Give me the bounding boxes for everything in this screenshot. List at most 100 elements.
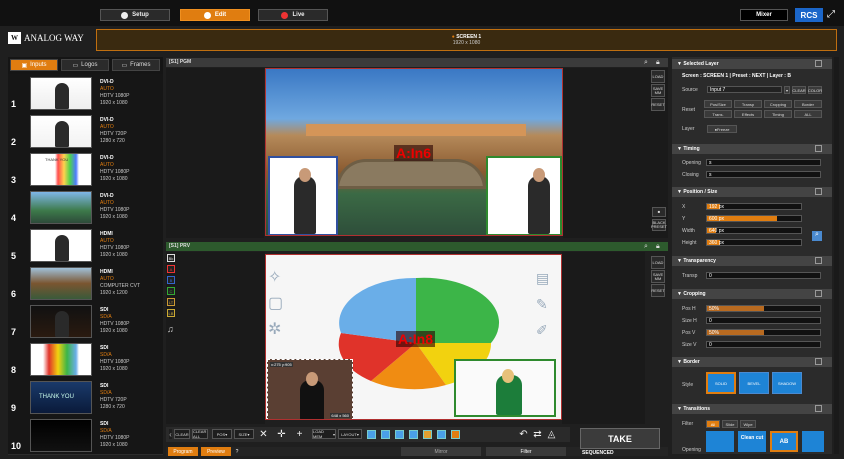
load-memory-dropdown[interactable]: LOAD MEM ▾ bbox=[312, 429, 336, 439]
possize-collapse-icon[interactable] bbox=[815, 188, 822, 195]
transition-filter-wipe[interactable]: Wipe bbox=[740, 420, 756, 428]
program-canvas[interactable]: A:In6 bbox=[265, 68, 563, 236]
transition-filter-slide[interactable]: Slide bbox=[722, 420, 738, 428]
timing-collapse-icon[interactable] bbox=[815, 145, 822, 152]
preview-save-mm-button[interactable]: SAVE MM bbox=[651, 270, 665, 283]
border-style-solid[interactable]: SOLID bbox=[706, 372, 736, 394]
reset-chip-transp[interactable]: Transp bbox=[734, 100, 762, 108]
fit-icon[interactable]: ✕ bbox=[258, 429, 269, 440]
layer-selected-presenter[interactable]: x:275 y:905 648 x 560 bbox=[267, 359, 353, 419]
height-field[interactable]: 360 px bbox=[706, 239, 802, 246]
center-icon[interactable]: ✛ bbox=[276, 429, 287, 440]
preview-canvas[interactable]: ✧ ▢ ✲ ▤ ✎ ✐ A:In8 x:275 y:905 648 x 560 bbox=[265, 254, 562, 420]
border-style-bevel[interactable]: BEVEL bbox=[739, 372, 769, 394]
distribute-icon[interactable] bbox=[408, 429, 419, 440]
grid-icon[interactable] bbox=[436, 429, 447, 440]
program-button[interactable]: Program bbox=[168, 447, 198, 456]
input-row-1[interactable]: 1 DVI-D AUTO HDTV 1080P 1920 x 1080 bbox=[8, 74, 163, 113]
input-row-4[interactable]: 4 DVI-D AUTO HDTV 1080P 1920 x 1080 bbox=[8, 188, 163, 227]
lock-icon[interactable]: 🔒︎ bbox=[656, 59, 660, 67]
black-preset-button[interactable]: BLACK PRESET bbox=[651, 219, 667, 231]
toolbar-left-arrow[interactable]: ‹ bbox=[169, 429, 172, 439]
preview-layer-button-a[interactable]: A bbox=[167, 265, 175, 273]
input-row-2[interactable]: 2 DVI-D AUTO HDTV 720P 1280 x 720 bbox=[8, 112, 163, 151]
closing-field[interactable]: s bbox=[706, 171, 821, 178]
source-color-button[interactable]: COLOR bbox=[808, 86, 822, 94]
preview-layer-button-b[interactable]: B bbox=[167, 276, 175, 284]
tab-edit[interactable]: Edit bbox=[180, 9, 250, 21]
snap-icon[interactable] bbox=[422, 429, 433, 440]
preview-load-button[interactable]: LOAD bbox=[651, 256, 665, 269]
transition-filter-all[interactable]: All bbox=[706, 420, 720, 428]
source-dropdown-icon[interactable]: ▾ bbox=[784, 86, 790, 94]
y-field[interactable]: 600 px bbox=[706, 215, 802, 222]
border-style-shadow[interactable]: SHADOW bbox=[772, 372, 802, 394]
section-position-size[interactable]: ▼ Position / Size bbox=[672, 187, 832, 197]
section-border[interactable]: ▼ Border bbox=[672, 357, 832, 367]
transition-thumb-1[interactable] bbox=[706, 431, 734, 452]
mirror-button[interactable]: Mirror bbox=[401, 447, 481, 456]
preview-layer-button-lb[interactable]: LB bbox=[167, 309, 175, 317]
align-top-icon[interactable] bbox=[380, 429, 391, 440]
layer-b-presenter[interactable] bbox=[486, 156, 562, 235]
preview-audio-icon[interactable]: ♫ bbox=[167, 324, 174, 334]
transition-ab[interactable]: AB bbox=[770, 431, 798, 452]
transition-clean-cut[interactable]: Clean cut bbox=[738, 431, 766, 452]
zoom-icon[interactable]: ⌕ bbox=[812, 231, 822, 241]
take-button[interactable]: TAKE bbox=[580, 428, 660, 449]
tab-frames[interactable]: ▭ Frames bbox=[112, 59, 160, 71]
input-row-8[interactable]: 8 SDI SD/A HDTV 1080P 1920 x 1080 bbox=[8, 340, 163, 379]
undo-icon[interactable]: ↶ bbox=[518, 429, 529, 440]
tab-inputs[interactable]: ▣ Inputs bbox=[10, 59, 58, 71]
preview-layer-button-lt[interactable]: LT bbox=[167, 298, 175, 306]
tab-setup[interactable]: Setup bbox=[100, 9, 170, 21]
source-select[interactable]: Input 7 bbox=[707, 86, 782, 93]
input-row-5[interactable]: 5 HDMI AUTO HDTV 1080P 1920 x 1080 bbox=[8, 226, 163, 265]
section-selected-layer[interactable]: ▼ Selected Layer bbox=[672, 59, 832, 69]
size-dropdown[interactable]: SIZE ▾ bbox=[234, 429, 254, 439]
section-timing[interactable]: ▼ Timing bbox=[672, 144, 832, 154]
layer-blonde-presenter[interactable] bbox=[454, 359, 556, 417]
border-collapse-icon[interactable] bbox=[815, 358, 822, 365]
input-row-7[interactable]: 7 SDI SD/A HDTV 1080P 1920 x 1080 bbox=[8, 302, 163, 341]
mixer-button[interactable]: Mixer bbox=[740, 9, 788, 21]
screen-selector[interactable]: ● SCREEN 1 1920 x 1080 bbox=[96, 29, 837, 51]
opening-field[interactable]: s bbox=[706, 159, 821, 166]
cropping-collapse-icon[interactable] bbox=[815, 290, 822, 297]
reset-chip-effects[interactable]: Effects bbox=[734, 110, 762, 118]
transition-thumb-4[interactable] bbox=[802, 431, 824, 452]
transitions-collapse-icon[interactable] bbox=[815, 405, 822, 412]
reset-chip-all[interactable]: ALL bbox=[794, 110, 822, 118]
preview-reset-button[interactable]: RESET bbox=[651, 284, 665, 297]
fullscreen-icon[interactable]: ⤢ bbox=[827, 9, 837, 21]
width-field[interactable]: 640 px bbox=[706, 227, 802, 234]
align-right-icon[interactable] bbox=[394, 429, 405, 440]
reset-chip-border[interactable]: Border bbox=[794, 100, 822, 108]
transp-field[interactable]: 0 bbox=[706, 272, 821, 279]
size-h-field[interactable]: 0 bbox=[706, 317, 821, 324]
preview-lock-icon[interactable]: 🔒︎ bbox=[656, 243, 660, 251]
redo-icon[interactable]: ⇄ bbox=[532, 429, 543, 440]
layout-dropdown[interactable]: LAYOUT ▾ bbox=[338, 429, 362, 439]
pos-h-field[interactable]: 50% bbox=[706, 305, 821, 312]
program-reset-button[interactable]: RESET bbox=[651, 98, 665, 111]
align-left-icon[interactable] bbox=[366, 429, 377, 440]
reset-chip-possize[interactable]: Pos/Size bbox=[704, 100, 732, 108]
size-v-field[interactable]: 0 bbox=[706, 341, 821, 348]
rotate-icon[interactable]: ◬ bbox=[546, 429, 557, 440]
section-transitions[interactable]: ▼ Transitions bbox=[672, 404, 832, 414]
add-icon[interactable]: + bbox=[294, 429, 305, 440]
pos-v-field[interactable]: 50% bbox=[706, 329, 821, 336]
program-save-mm-button[interactable]: SAVE MM bbox=[651, 84, 665, 97]
transparency-collapse-icon[interactable] bbox=[815, 257, 822, 264]
black-icon-button[interactable]: ■ bbox=[652, 207, 666, 217]
preview-layer-button-c[interactable]: C bbox=[167, 287, 175, 295]
input-row-10[interactable]: 10 SDI SD/A HDTV 1080P 1920 x 1080 bbox=[8, 416, 163, 455]
reset-chip-cropping[interactable]: Cropping bbox=[764, 100, 792, 108]
reset-chip-trans[interactable]: Trans. bbox=[704, 110, 732, 118]
input-row-3[interactable]: THANK YOU 3 DVI-D AUTO HDTV 1080P 1920 x 1080 bbox=[8, 150, 163, 189]
source-clear-button[interactable]: CLEAR bbox=[792, 86, 806, 94]
search-icon[interactable]: ⌕ bbox=[644, 59, 648, 67]
panel-scrollbar[interactable] bbox=[834, 57, 839, 454]
input-row-9[interactable]: THANK YOU 9 SDI SD/A HDTV 720P 1280 x 720 bbox=[8, 378, 163, 417]
